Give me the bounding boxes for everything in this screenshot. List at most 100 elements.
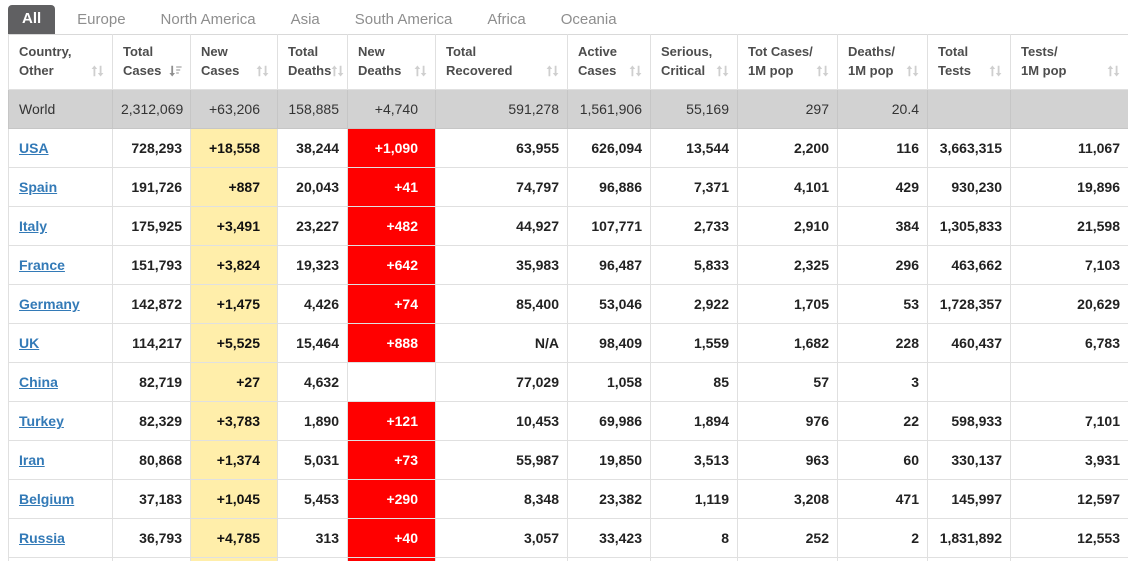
- table-row: [9, 558, 1128, 561]
- world-label: World: [19, 101, 55, 117]
- country-link[interactable]: Belgium: [19, 491, 74, 507]
- cell-new-deaths: +41: [348, 168, 436, 207]
- column-header-tests-1m-pop[interactable]: Tests/1M pop: [1011, 35, 1128, 90]
- cell-country-other: Russia: [9, 519, 113, 558]
- country-link[interactable]: Spain: [19, 179, 57, 195]
- cell-total-recovered: 8,348: [436, 480, 568, 519]
- continent-tabs: All Europe North America Asia South America A…: [0, 0, 1128, 34]
- cell-total-cases: 191,726: [113, 168, 191, 207]
- column-label-line2-row: Other: [19, 62, 106, 79]
- tab-africa[interactable]: Africa: [474, 7, 538, 34]
- country-link[interactable]: Iran: [19, 452, 45, 468]
- column-header-new-deaths[interactable]: NewDeaths: [348, 35, 436, 90]
- tab-south-america[interactable]: South America: [342, 7, 466, 34]
- tab-all[interactable]: All: [8, 5, 55, 34]
- tab-north-america[interactable]: North America: [148, 7, 269, 34]
- cell-deaths-1m-pop: 20.4: [838, 90, 928, 129]
- country-link[interactable]: Turkey: [19, 413, 64, 429]
- column-header-total-cases[interactable]: TotalCases: [113, 35, 191, 90]
- cell-total-tests: [928, 90, 1011, 129]
- column-label-line1: Tests/: [1021, 43, 1122, 60]
- cell-total-tests: 330,137: [928, 441, 1011, 480]
- cell-tot-cases-1m-pop: [738, 558, 838, 561]
- country-link[interactable]: UK: [19, 335, 39, 351]
- column-label-line2-row: Tests: [938, 62, 1004, 79]
- column-label-line2: Other: [19, 62, 54, 79]
- column-header-active-cases[interactable]: ActiveCases: [568, 35, 651, 90]
- cell-tests-1m-pop: 7,103: [1011, 246, 1128, 285]
- cell-total-tests: 1,728,357: [928, 285, 1011, 324]
- cell-active-cases: 1,058: [568, 363, 651, 402]
- column-label-line1: Tot Cases/: [748, 43, 831, 60]
- cell-serious-critical: 85: [651, 363, 738, 402]
- column-label-line2: Deaths: [288, 62, 331, 79]
- country-link[interactable]: China: [19, 374, 58, 390]
- tab-europe[interactable]: Europe: [64, 7, 138, 34]
- column-label-line2: Recovered: [446, 62, 512, 79]
- table-row: Iran80,868+1,3745,031+7355,98719,8503,51…: [9, 441, 1128, 480]
- cell-tot-cases-1m-pop: 2,910: [738, 207, 838, 246]
- column-label-line2-row: Recovered: [446, 62, 561, 79]
- cell-deaths-1m-pop: 116: [838, 129, 928, 168]
- column-header-deaths-1m-pop[interactable]: Deaths/1M pop: [838, 35, 928, 90]
- table-row: UK114,217+5,52515,464+888N/A98,4091,5591…: [9, 324, 1128, 363]
- column-label-line2: Cases: [201, 62, 239, 79]
- cell-new-deaths: +73: [348, 441, 436, 480]
- column-label-line2: 1M pop: [748, 62, 794, 79]
- column-header-total-tests[interactable]: TotalTests: [928, 35, 1011, 90]
- country-link[interactable]: Italy: [19, 218, 47, 234]
- cell-total-recovered: 63,955: [436, 129, 568, 168]
- column-label-line1: Active: [578, 43, 644, 60]
- tab-asia[interactable]: Asia: [278, 7, 333, 34]
- cell-total-recovered: [436, 558, 568, 561]
- column-header-country-other[interactable]: Country,Other: [9, 35, 113, 90]
- country-link[interactable]: Russia: [19, 530, 65, 546]
- cell-new-cases: +4,785: [191, 519, 278, 558]
- cell-total-cases: 142,872: [113, 285, 191, 324]
- cell-total-recovered: 35,983: [436, 246, 568, 285]
- cell-total-cases: 114,217: [113, 324, 191, 363]
- column-label-line2-row: Deaths: [358, 62, 429, 79]
- cell-tests-1m-pop: 7,101: [1011, 402, 1128, 441]
- cell-tests-1m-pop: [1011, 363, 1128, 402]
- cell-new-cases: +18,558: [191, 129, 278, 168]
- table-row: Spain191,726+88720,043+4174,79796,8867,3…: [9, 168, 1128, 207]
- column-header-tot-cases-1m-pop[interactable]: Tot Cases/1M pop: [738, 35, 838, 90]
- cell-total-recovered: N/A: [436, 324, 568, 363]
- column-header-total-recovered[interactable]: Total Recovered: [436, 35, 568, 90]
- cell-tests-1m-pop: 12,597: [1011, 480, 1128, 519]
- cell-tot-cases-1m-pop: 963: [738, 441, 838, 480]
- cell-country-other: Turkey: [9, 402, 113, 441]
- cell-country-other: Spain: [9, 168, 113, 207]
- cell-deaths-1m-pop: 471: [838, 480, 928, 519]
- column-header-total-deaths[interactable]: TotalDeaths: [278, 35, 348, 90]
- column-header-new-cases[interactable]: NewCases: [191, 35, 278, 90]
- cell-country-other: UK: [9, 324, 113, 363]
- cell-new-cases: +27: [191, 363, 278, 402]
- tab-oceania[interactable]: Oceania: [548, 7, 630, 34]
- column-label-line2-row: 1M pop: [848, 62, 921, 79]
- country-link[interactable]: France: [19, 257, 65, 273]
- sort-desc-bars-icon: [169, 65, 184, 77]
- country-link[interactable]: USA: [19, 140, 49, 156]
- cell-tests-1m-pop: [1011, 558, 1128, 561]
- up-down-arrows-icon: [256, 65, 271, 77]
- cell-new-cases: +887: [191, 168, 278, 207]
- cell-new-deaths: +888: [348, 324, 436, 363]
- cell-active-cases: 626,094: [568, 129, 651, 168]
- column-label-line2: 1M pop: [848, 62, 894, 79]
- cell-total-tests: 145,997: [928, 480, 1011, 519]
- cell-total-deaths: 5,453: [278, 480, 348, 519]
- country-link[interactable]: Germany: [19, 296, 80, 312]
- cell-new-deaths: +1,090: [348, 129, 436, 168]
- column-header-serious-critical[interactable]: Serious,Critical: [651, 35, 738, 90]
- cell-tot-cases-1m-pop: 976: [738, 402, 838, 441]
- cell-tot-cases-1m-pop: 4,101: [738, 168, 838, 207]
- cell-deaths-1m-pop: 429: [838, 168, 928, 207]
- cell-country-other: World: [9, 90, 113, 129]
- column-label-line1: Total: [446, 43, 561, 60]
- cell-deaths-1m-pop: 60: [838, 441, 928, 480]
- cell-total-deaths: [278, 558, 348, 561]
- up-down-arrows-icon: [331, 65, 346, 77]
- cell-total-tests: 3,663,315: [928, 129, 1011, 168]
